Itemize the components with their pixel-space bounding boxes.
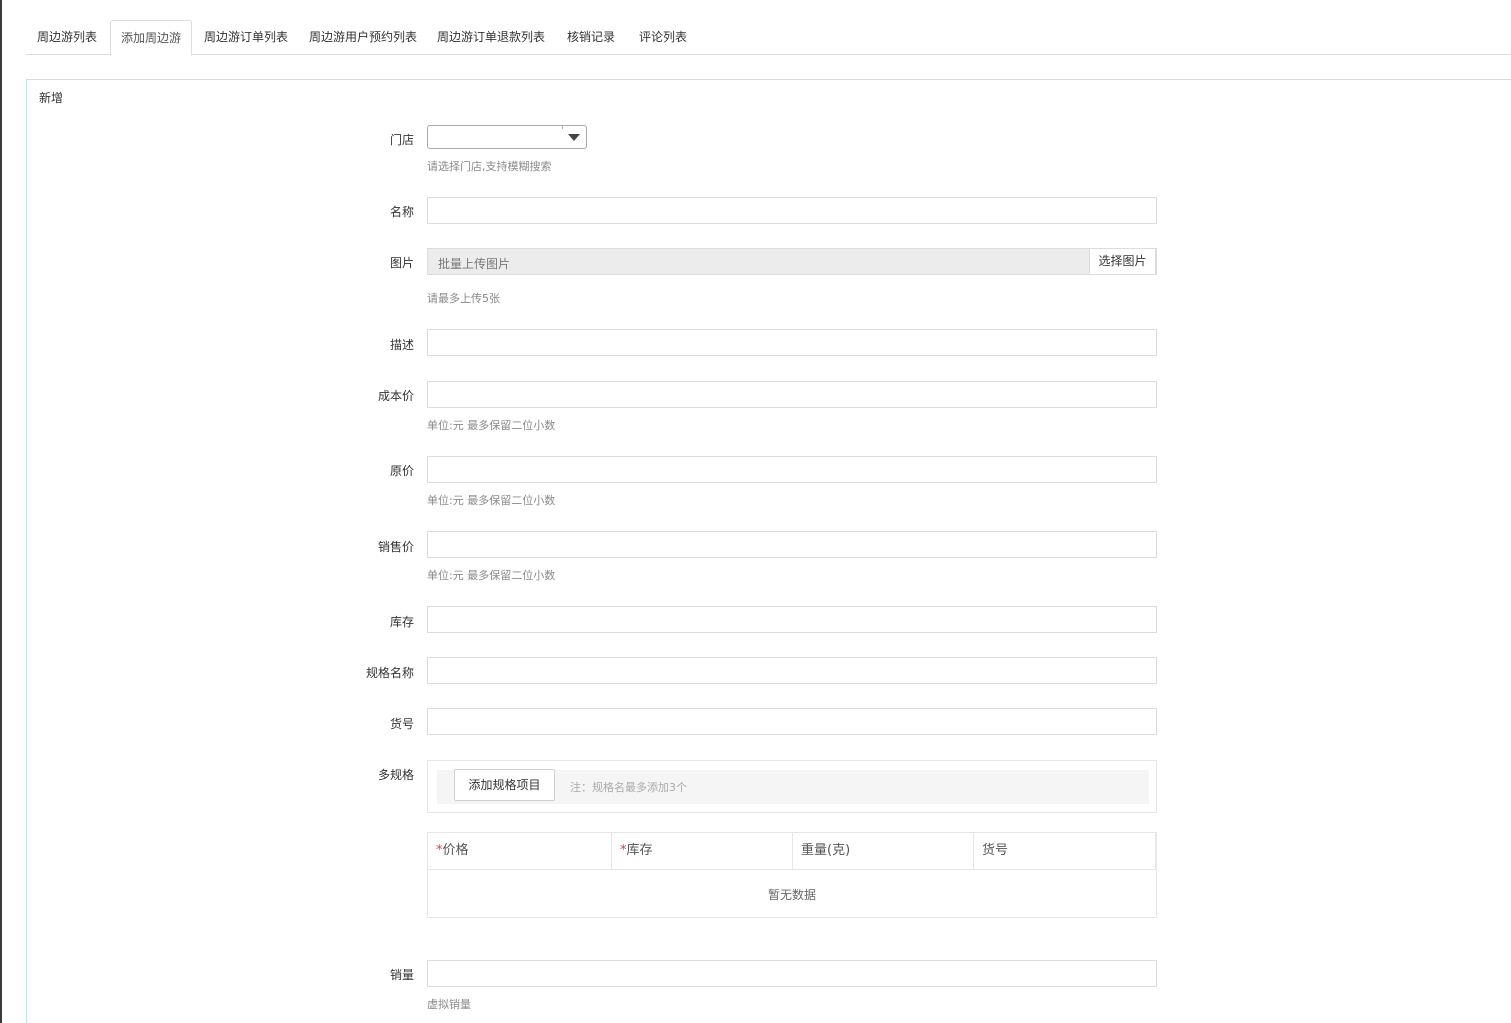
cost-price-help: 单位:元 最多保留二位小数 — [427, 419, 556, 432]
images-label: 图片 — [389, 256, 414, 270]
store-label: 门店 — [389, 133, 414, 147]
window-left-edge — [0, 0, 2, 1023]
multi-spec-box: 添加规格项目 注：规格名最多添加3个 — [427, 760, 1157, 813]
spec-table: *价格 *库存 重量(克) 货号 暂无数据 — [427, 832, 1157, 918]
multi-spec-toolbar: 添加规格项目 注：规格名最多添加3个 — [437, 769, 1149, 804]
spec-name-input[interactable] — [427, 657, 1157, 684]
images-upload-field[interactable]: 批量上传图片 选择图片 — [427, 248, 1157, 275]
description-input[interactable] — [427, 329, 1157, 356]
images-help: 请最多上传5张 — [427, 292, 500, 305]
cost-price-label: 成本价 — [377, 389, 414, 403]
sale-price-input[interactable] — [427, 531, 1157, 558]
table-header-weight: 重量(克) — [793, 833, 974, 870]
cost-price-input[interactable] — [427, 381, 1157, 408]
spec-note: 注：规格名最多添加3个 — [570, 781, 687, 794]
original-price-input[interactable] — [427, 456, 1157, 483]
tab-trip-list[interactable]: 周边游列表 — [26, 20, 108, 55]
original-price-help: 单位:元 最多保留二位小数 — [427, 494, 556, 507]
store-help: 请选择门店,支持模糊搜索 — [427, 160, 552, 173]
choose-image-button[interactable]: 选择图片 — [1089, 248, 1156, 275]
sales-help: 虚拟销量 — [427, 998, 471, 1011]
spec-name-label: 规格名称 — [365, 666, 414, 680]
store-select[interactable] — [427, 125, 587, 149]
description-label: 描述 — [389, 338, 414, 352]
name-label: 名称 — [389, 205, 414, 219]
sale-price-label: 销售价 — [377, 540, 414, 554]
tab-comment-list[interactable]: 评论列表 — [632, 20, 694, 55]
original-price-label: 原价 — [389, 464, 414, 478]
stock-input[interactable] — [427, 606, 1157, 633]
chevron-down-icon[interactable] — [562, 126, 586, 148]
table-header-sku: 货号 — [974, 833, 1156, 870]
add-spec-item-button[interactable]: 添加规格项目 — [454, 769, 555, 801]
name-input[interactable] — [427, 197, 1157, 224]
images-upload-placeholder: 批量上传图片 — [438, 257, 511, 271]
tab-bar: 周边游列表 添加周边游 周边游订单列表 周边游用户预约列表 周边游订单退款列表 … — [26, 20, 1511, 56]
sales-input[interactable] — [427, 960, 1157, 987]
table-header-price: *价格 — [428, 833, 612, 870]
table-header-stock: *库存 — [612, 833, 793, 870]
table-empty-text: 暂无数据 — [767, 888, 816, 902]
tab-verification-records[interactable]: 核销记录 — [561, 20, 621, 55]
sku-input[interactable] — [427, 708, 1157, 735]
tab-reservation-list[interactable]: 周边游用户预约列表 — [304, 20, 422, 55]
sales-label: 销量 — [389, 968, 414, 982]
tab-order-list[interactable]: 周边游订单列表 — [196, 20, 296, 55]
sku-label: 货号 — [389, 717, 414, 731]
panel-title: 新增 — [39, 91, 64, 105]
tab-add-trip[interactable]: 添加周边游 — [110, 20, 192, 56]
multi-spec-label: 多规格 — [377, 768, 414, 782]
sale-price-help: 单位:元 最多保留二位小数 — [427, 569, 556, 582]
stock-label: 库存 — [389, 615, 414, 629]
tab-refund-list[interactable]: 周边游订单退款列表 — [431, 20, 551, 55]
